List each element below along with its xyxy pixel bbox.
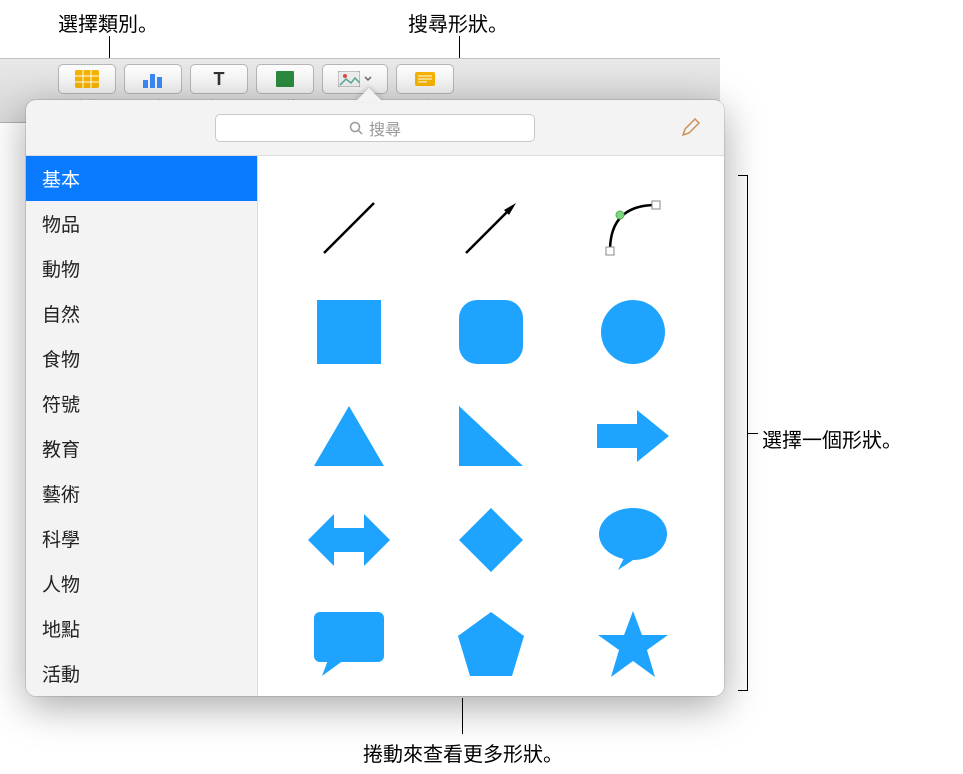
pen-icon	[679, 117, 701, 139]
popover-body: 基本 物品 動物 自然 食物 符號 教育 藝術 科學 人物 地點 活動	[26, 156, 724, 696]
callout-scroll-more: 捲動來查看更多形狀。	[363, 738, 563, 767]
sidebar-item-food[interactable]: 食物	[26, 336, 257, 381]
search-input[interactable]: 搜尋	[215, 114, 535, 142]
shape-curve[interactable]	[588, 183, 678, 273]
shape-square[interactable]	[304, 287, 394, 377]
shape-callout-rect[interactable]	[304, 599, 394, 689]
chart-icon	[141, 70, 165, 88]
shape-rounded-square[interactable]	[446, 287, 536, 377]
shape-line[interactable]	[304, 183, 394, 273]
callout-search-shape: 搜尋形狀。	[408, 8, 508, 37]
shape-circle[interactable]	[588, 287, 678, 377]
shape-icon	[273, 70, 297, 88]
callout-line	[462, 698, 463, 734]
sidebar-item-symbols[interactable]: 符號	[26, 381, 257, 426]
sidebar-item-places[interactable]: 地點	[26, 606, 257, 651]
category-sidebar[interactable]: 基本 物品 動物 自然 食物 符號 教育 藝術 科學 人物 地點 活動	[26, 156, 258, 696]
shape-triangle[interactable]	[304, 391, 394, 481]
sidebar-item-animals[interactable]: 動物	[26, 246, 257, 291]
search-placeholder: 搜尋	[369, 116, 401, 140]
svg-text:T: T	[214, 70, 225, 88]
shape-arrow-right[interactable]	[588, 391, 678, 481]
callout-choose-category: 選擇類別。	[58, 8, 158, 37]
shape-arrow-line[interactable]	[446, 183, 536, 273]
comment-icon	[413, 70, 437, 88]
sidebar-item-basic[interactable]: 基本	[26, 156, 257, 201]
shape-pentagon[interactable]	[446, 599, 536, 689]
sidebar-item-nature[interactable]: 自然	[26, 291, 257, 336]
popover-arrow	[355, 88, 383, 102]
sidebar-item-science[interactable]: 科學	[26, 516, 257, 561]
shape-diamond[interactable]	[446, 495, 536, 585]
sidebar-item-art[interactable]: 藝術	[26, 471, 257, 516]
popover-header: 搜尋	[26, 100, 724, 156]
sidebar-item-activities[interactable]: 活動	[26, 651, 257, 696]
shape-arrow-double[interactable]	[304, 495, 394, 585]
sidebar-item-education[interactable]: 教育	[26, 426, 257, 471]
shape-star[interactable]	[588, 599, 678, 689]
draw-tool-button[interactable]	[676, 114, 704, 142]
shape-right-triangle[interactable]	[446, 391, 536, 481]
text-icon: T	[207, 70, 231, 88]
callout-line	[748, 433, 758, 434]
sidebar-item-objects[interactable]: 物品	[26, 201, 257, 246]
chevron-down-icon	[364, 76, 372, 82]
callout-bracket	[738, 175, 748, 691]
shape-speech-bubble[interactable]	[588, 495, 678, 585]
table-icon	[75, 70, 99, 88]
search-icon	[349, 121, 363, 135]
media-icon	[338, 71, 360, 87]
shapes-grid[interactable]	[258, 156, 724, 696]
callout-choose-shape: 選擇一個形狀。	[762, 424, 902, 453]
sidebar-item-people[interactable]: 人物	[26, 561, 257, 606]
shapes-popover: 搜尋 基本 物品 動物 自然 食物 符號 教育 藝術 科學 人物 地點 活動	[26, 100, 724, 696]
